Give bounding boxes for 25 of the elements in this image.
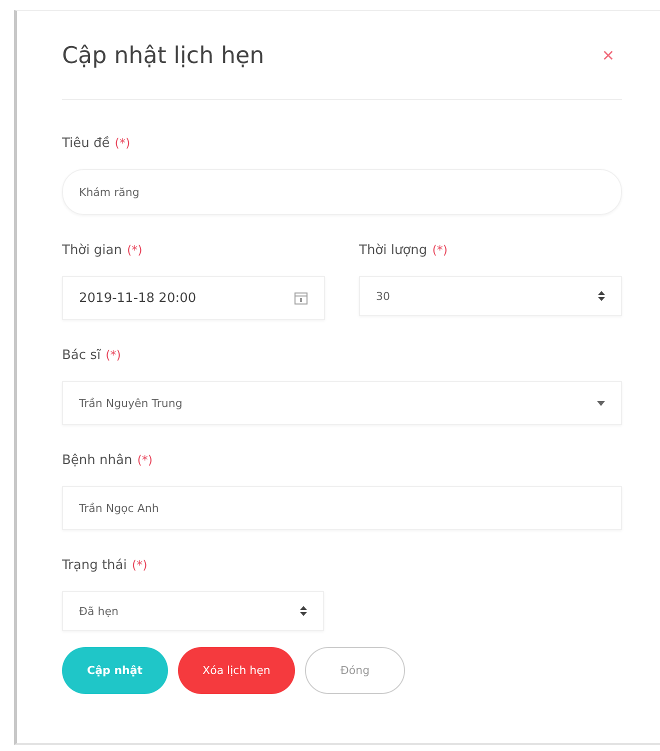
calendar-icon: [294, 291, 308, 305]
number-select[interactable]: Đã hẹn: [62, 591, 324, 631]
field-label: Bác sĩ: [62, 348, 101, 363]
field-label: Thời gian: [62, 243, 122, 258]
required-mark: (*): [126, 243, 142, 257]
number-select[interactable]: 30: [359, 276, 622, 316]
delete-button[interactable]: Xóa lịch hẹn: [178, 647, 296, 694]
required-mark: (*): [114, 136, 130, 150]
required-mark: (*): [132, 558, 148, 572]
select-field[interactable]: Trần Nguyên Trung: [62, 381, 622, 425]
field-label: Tiêu đề: [62, 136, 110, 151]
date-field[interactable]: 2019-11-18 20:00: [62, 276, 325, 320]
field-label: Trạng thái: [62, 558, 127, 573]
input-field[interactable]: Trần Ngọc Anh: [62, 486, 622, 530]
close-button[interactable]: ×: [594, 40, 622, 72]
input-field[interactable]: Khám răng: [62, 169, 622, 215]
caret-icon: [597, 400, 605, 406]
dialog-title: Cập nhật lịch hẹn: [62, 43, 264, 69]
up-down-icon: [598, 291, 605, 301]
required-mark: (*): [106, 348, 121, 362]
field-label: Thời lượng: [359, 243, 428, 258]
field-label: Bệnh nhân: [62, 453, 132, 468]
required-mark: (*): [432, 243, 448, 257]
required-mark: (*): [137, 453, 153, 467]
up-down-icon: [300, 606, 307, 616]
